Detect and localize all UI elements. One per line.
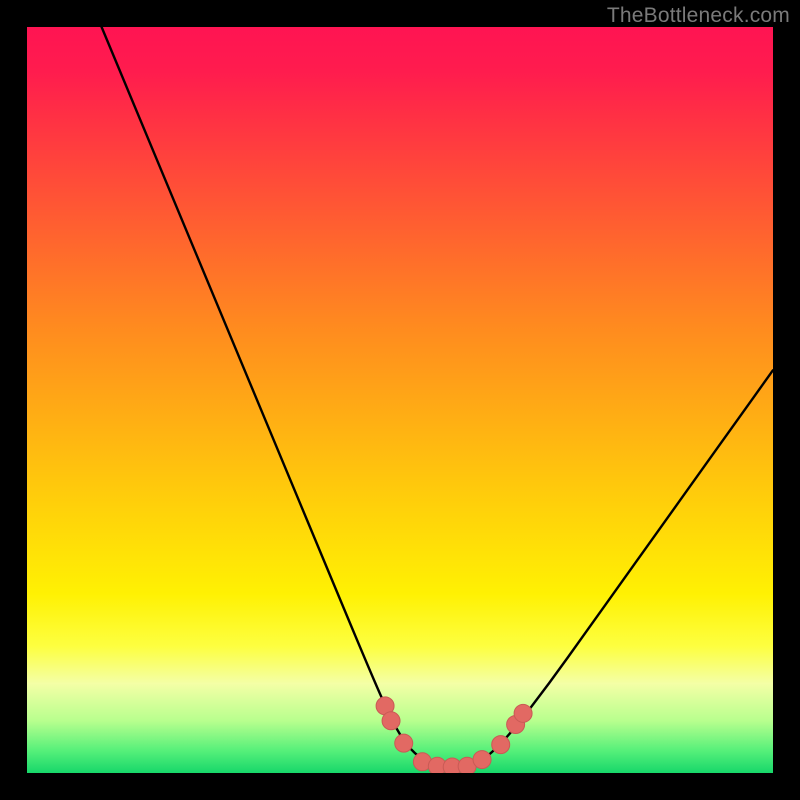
data-point [473, 751, 491, 769]
data-point [514, 704, 532, 722]
chart-frame: TheBottleneck.com [0, 0, 800, 800]
data-point [382, 712, 400, 730]
chart-svg [27, 27, 773, 773]
data-point [492, 736, 510, 754]
bottleneck-curve [102, 27, 773, 767]
plot-area [27, 27, 773, 773]
watermark-text: TheBottleneck.com [607, 4, 790, 28]
data-point [395, 734, 413, 752]
